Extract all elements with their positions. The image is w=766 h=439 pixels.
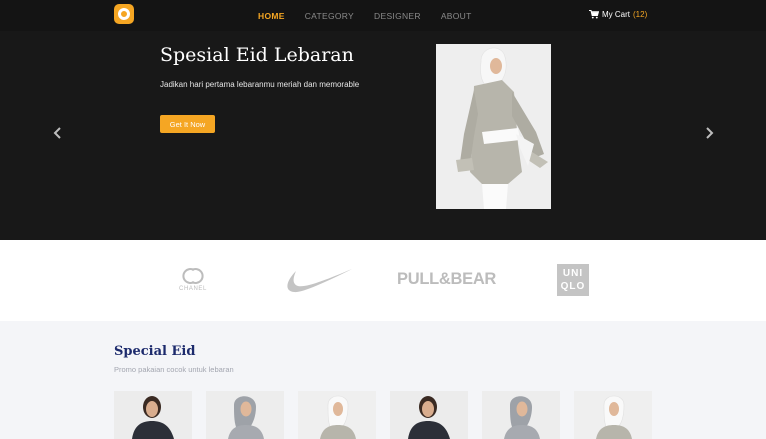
uniqlo-logo[interactable]: UNI QLO xyxy=(557,264,589,296)
nav-menu: HOME CATEGORY DESIGNER ABOUT xyxy=(258,0,472,31)
product-card[interactable] xyxy=(482,391,560,439)
section-subtitle: Promo pakaian cocok untuk lebaran xyxy=(114,365,234,374)
section-title: Special Eid xyxy=(114,344,196,359)
chevron-right-icon xyxy=(706,127,714,139)
top-navbar: HOME CATEGORY DESIGNER ABOUT My Cart (12… xyxy=(0,0,766,31)
get-it-now-button[interactable]: Get It Now xyxy=(160,115,215,133)
logo-ring xyxy=(118,8,130,20)
logo-icon[interactable] xyxy=(114,4,134,24)
product-card[interactable] xyxy=(206,391,284,439)
nav-designer-link[interactable]: DESIGNER xyxy=(374,11,421,21)
chanel-wordmark: CHANEL xyxy=(179,286,207,292)
nav-about-link[interactable]: ABOUT xyxy=(441,11,472,21)
chevron-left-icon xyxy=(53,127,61,139)
carousel-next-button[interactable] xyxy=(703,126,715,140)
product-card[interactable] xyxy=(390,391,468,439)
brand-strip: CHANEL PULL&BEAR UNI QLO xyxy=(0,240,766,321)
pullbear-logo[interactable]: PULL&BEAR xyxy=(397,270,496,289)
carousel-prev-button[interactable] xyxy=(52,126,64,140)
hero-title: Spesial Eid Lebaran xyxy=(160,44,354,66)
product-card[interactable] xyxy=(114,391,192,439)
nike-logo[interactable] xyxy=(284,267,352,294)
nav-home-link[interactable]: HOME xyxy=(258,11,285,21)
my-cart-button[interactable]: My Cart (12) xyxy=(589,0,647,29)
nav-category-link[interactable]: CATEGORY xyxy=(305,11,354,21)
uniqlo-line-1: UNI xyxy=(562,268,584,279)
chanel-logo[interactable]: CHANEL xyxy=(175,266,211,294)
cart-label: My Cart xyxy=(602,10,630,19)
hero-banner: Spesial Eid Lebaran Jadikan hari pertama… xyxy=(0,31,766,240)
hero-model-image xyxy=(436,44,551,209)
cart-count: (12) xyxy=(633,10,648,19)
product-card[interactable] xyxy=(574,391,652,439)
hero-description: Jadikan hari pertama lebaranmu meriah da… xyxy=(160,80,360,89)
uniqlo-line-2: QLO xyxy=(560,281,586,292)
product-card[interactable] xyxy=(298,391,376,439)
cart-icon xyxy=(589,10,599,19)
